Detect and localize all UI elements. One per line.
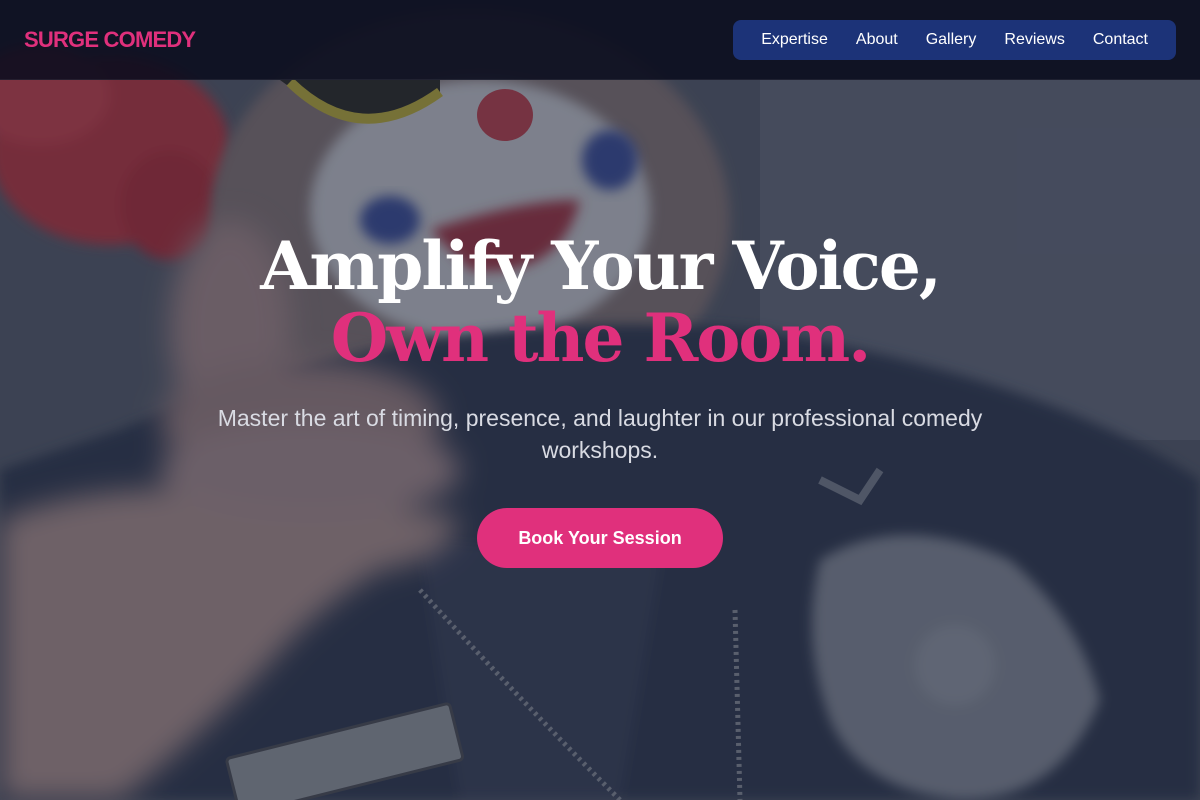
hero-title-line1: Amplify Your Voice, <box>260 227 942 305</box>
nav-link-reviews[interactable]: Reviews <box>990 20 1078 60</box>
nav-link-contact[interactable]: Contact <box>1079 20 1162 60</box>
site-header: SURGE COMEDY Expertise About Gallery Rev… <box>0 0 1200 80</box>
brand-logo[interactable]: SURGE COMEDY <box>24 27 196 53</box>
book-session-button[interactable]: Book Your Session <box>477 508 723 568</box>
hero-subtitle: Master the art of timing, presence, and … <box>217 405 983 463</box>
nav-link-expertise[interactable]: Expertise <box>747 20 842 60</box>
nav-link-gallery[interactable]: Gallery <box>912 20 991 60</box>
main-nav: Expertise About Gallery Reviews Contact <box>733 19 1176 60</box>
hero-section: Amplify Your Voice, Own the Room. Master… <box>0 230 1200 568</box>
nav-link-about[interactable]: About <box>842 20 912 60</box>
hero-title: Amplify Your Voice, Own the Room. <box>0 230 1200 374</box>
hero-title-line2: Own the Room. <box>330 299 871 377</box>
